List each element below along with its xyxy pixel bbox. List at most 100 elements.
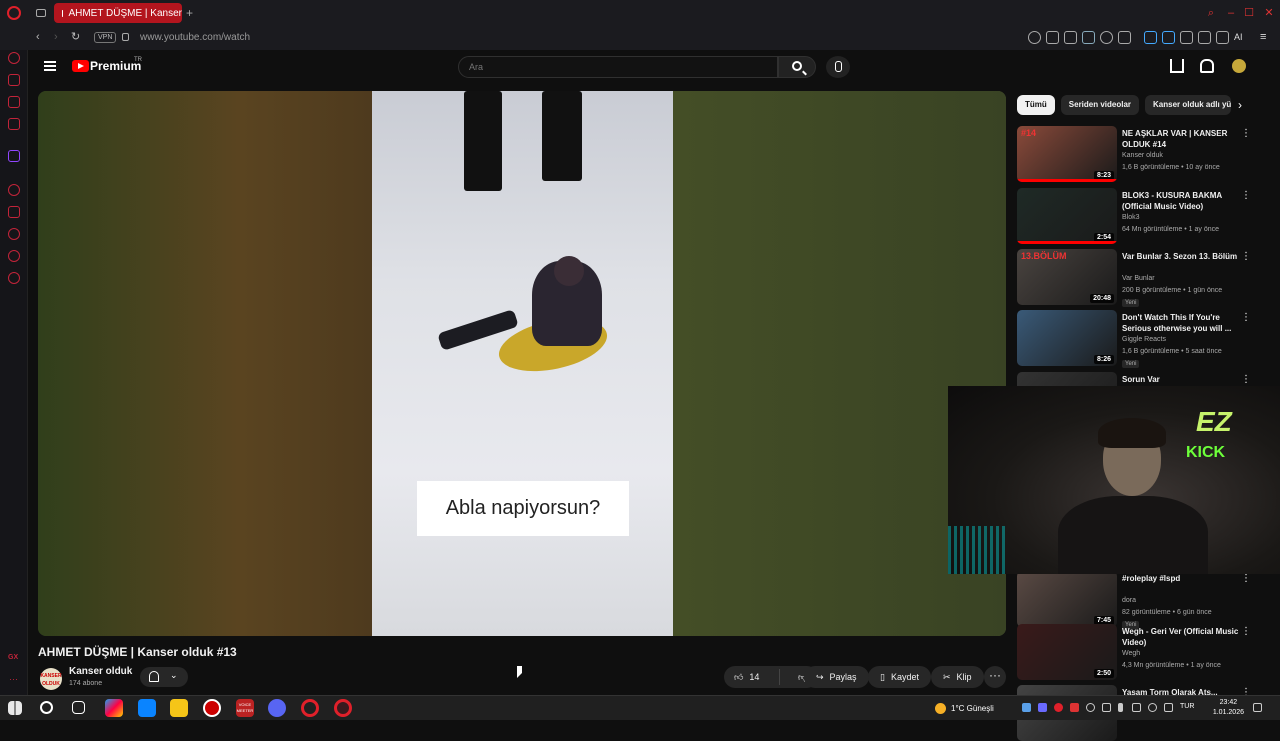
edge-icon[interactable] — [138, 699, 156, 717]
messenger-icon[interactable] — [8, 96, 20, 108]
recommendation-item[interactable]: 7:45 #roleplay #lspd dora 82 görüntüleme • … — [1017, 571, 1257, 629]
gx-icon[interactable]: GX — [8, 654, 18, 661]
recommendation-title[interactable]: Wegh - Geri Ver (Official Music Video) — [1122, 626, 1242, 648]
search-icon[interactable] — [40, 701, 53, 714]
copilot-icon[interactable] — [105, 699, 123, 717]
windows-start-icon[interactable] — [8, 701, 22, 715]
shield-icon[interactable] — [1082, 31, 1095, 44]
mic-tray-icon[interactable] — [1118, 703, 1123, 712]
zoom-icon[interactable] — [1028, 31, 1041, 44]
recommendation-item[interactable]: 8:26 Don't Watch This If You're Serious o… — [1017, 310, 1257, 368]
obs-icon[interactable] — [203, 699, 221, 717]
discord-tray-icon[interactable] — [1038, 703, 1047, 712]
back-icon[interactable]: ‹ — [36, 31, 40, 43]
chevron-right-icon[interactable]: › — [1238, 98, 1242, 112]
recommendation-item[interactable]: 13.BÖLÜM 20:48 Var Bunlar 3. Sezon 13. Böl… — [1017, 249, 1257, 307]
steam-tray-icon[interactable] — [1022, 703, 1031, 712]
video-thumbnail[interactable]: 8:26 — [1017, 310, 1117, 366]
opera-logo-icon[interactable] — [7, 6, 21, 20]
channel-name[interactable]: Kanser olduk — [69, 666, 132, 677]
upload-icon[interactable] — [1170, 59, 1184, 73]
forward-icon[interactable]: › — [54, 31, 58, 43]
security-tray-icon[interactable] — [1102, 703, 1111, 712]
crypto-wallet-icon[interactable] — [8, 74, 20, 86]
more-options-icon[interactable]: ⋮ — [1241, 312, 1251, 323]
close-window-button[interactable]: ✕ — [1262, 6, 1276, 20]
share-button[interactable]: ↪ Paylaş — [804, 666, 869, 688]
player-icon[interactable] — [8, 184, 20, 196]
chip-all[interactable]: Tümü — [1017, 95, 1055, 115]
chip-channel[interactable]: Kanser olduk adlı yük — [1145, 95, 1232, 115]
recommendation-title[interactable]: Var Bunlar 3. Sezon 13. Bölüm — [1122, 251, 1242, 262]
more-options-icon[interactable]: ⋮ — [1241, 251, 1251, 262]
opera-icon[interactable] — [301, 699, 319, 717]
maximize-button[interactable]: ☐ — [1242, 6, 1256, 20]
recommendation-title[interactable]: Sorun Var — [1122, 374, 1242, 385]
instagram-icon[interactable] — [8, 118, 20, 130]
twitch-icon[interactable] — [8, 150, 20, 162]
search-button[interactable] — [778, 56, 816, 78]
more-options-icon[interactable]: ⋮ — [1241, 374, 1251, 385]
file-explorer-icon[interactable] — [170, 699, 188, 717]
search-input[interactable] — [458, 56, 778, 78]
tab-menu-icon[interactable] — [36, 9, 46, 17]
more-options-icon[interactable]: ⋮ — [1241, 190, 1251, 201]
browser-menu-icon[interactable]: ≡ — [1260, 31, 1266, 43]
app-tray-icon[interactable] — [1070, 703, 1079, 712]
recommendation-title[interactable]: Don't Watch This If You're Serious other… — [1122, 312, 1242, 334]
clock[interactable]: 23:42 1.01.2026 — [1213, 698, 1244, 718]
recommendation-channel[interactable]: Wegh — [1122, 650, 1140, 657]
user-avatar[interactable] — [1232, 59, 1246, 73]
heart-icon[interactable] — [1118, 31, 1131, 44]
task-view-icon[interactable] — [72, 701, 85, 714]
more-options-icon[interactable]: ⋮ — [1241, 573, 1251, 584]
history-icon[interactable] — [8, 228, 20, 240]
voicemeeter-icon[interactable]: VOICE MEETER — [236, 699, 254, 717]
more-actions-button[interactable]: ··· — [984, 666, 1006, 688]
recommendation-channel[interactable]: Kanser olduk — [1122, 152, 1163, 159]
discord-icon[interactable] — [268, 699, 286, 717]
like-button[interactable]: 👍︎ 14 — [724, 669, 780, 685]
save-button[interactable]: ▯ Kaydet — [868, 666, 931, 688]
bookmark-icon[interactable] — [1046, 31, 1059, 44]
play-icon[interactable] — [1100, 31, 1113, 44]
video-thumbnail[interactable]: 7:45 — [1017, 571, 1117, 627]
chat-icon[interactable] — [8, 250, 20, 262]
music-icon[interactable] — [1144, 31, 1157, 44]
subscription-bell-button[interactable]: ⌄ — [140, 667, 188, 687]
recommendation-channel[interactable]: Blok3 — [1122, 214, 1140, 221]
more-options-icon[interactable]: ⋮ — [1241, 128, 1251, 139]
language-indicator[interactable]: TUR — [1180, 703, 1194, 710]
reload-icon[interactable]: ↻ — [71, 30, 80, 43]
recommendation-channel[interactable]: dora — [1122, 597, 1136, 604]
sidebar-more-icon[interactable]: ··· — [9, 674, 18, 684]
recommendation-channel[interactable]: Var Bunlar — [1122, 275, 1155, 282]
hamburger-menu-icon[interactable] — [44, 61, 56, 71]
new-tab-button[interactable]: + — [186, 6, 193, 20]
notification-center-icon[interactable] — [1253, 703, 1262, 712]
extensions-icon[interactable] — [1180, 31, 1193, 44]
account-icon[interactable] — [1216, 31, 1229, 44]
minimize-button[interactable]: – — [1224, 6, 1238, 20]
aria-icon[interactable] — [8, 52, 20, 64]
translate-icon[interactable] — [1162, 31, 1175, 44]
video-thumbnail[interactable]: 2:50 — [1017, 624, 1117, 680]
pinboard-icon[interactable] — [8, 206, 20, 218]
video-thumbnail[interactable]: #14 8:23 — [1017, 126, 1117, 182]
wifi-tray-icon[interactable] — [1148, 703, 1157, 712]
channel-avatar[interactable]: KANSER OLDUK — [40, 668, 62, 690]
search-tabs-icon[interactable]: ⌕ — [1204, 6, 1218, 20]
recommendation-title[interactable]: #roleplay #lspd — [1122, 573, 1242, 584]
recommendation-item[interactable]: #14 8:23 NE AŞKLAR VAR | KANSER OLDUK #14 K… — [1017, 126, 1257, 182]
display-tray-icon[interactable] — [1132, 703, 1141, 712]
ai-button[interactable]: AI — [1234, 32, 1243, 42]
download-icon[interactable] — [1198, 31, 1211, 44]
notifications-bell-icon[interactable] — [1200, 59, 1214, 73]
recommendation-title[interactable]: BLOK3 - KUSURA BAKMA (Official Music Vid… — [1122, 190, 1242, 212]
video-thumbnail[interactable]: 2:54 — [1017, 188, 1117, 244]
video-thumbnail[interactable]: 13.BÖLÜM 20:48 — [1017, 249, 1117, 305]
network-tray-icon[interactable] — [1086, 703, 1095, 712]
recommendation-channel[interactable]: Giggle Reacts — [1122, 336, 1166, 343]
youtube-logo-icon[interactable] — [72, 60, 89, 72]
url-field[interactable]: www.youtube.com/watch — [140, 32, 250, 43]
